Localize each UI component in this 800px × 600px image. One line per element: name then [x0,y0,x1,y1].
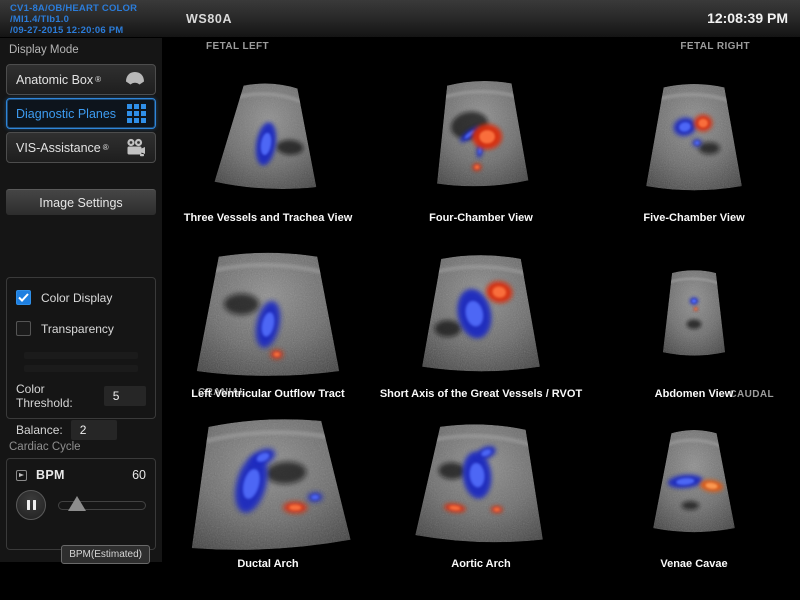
transparency-checkbox[interactable]: Transparency [16,321,146,336]
bpm-row: BPM 60 [16,468,146,482]
bpm-estimated-badge[interactable]: BPM(Estimated) [61,545,150,564]
ultrasound-image-venae-cavae [621,403,767,557]
plane-tile-abdomen-view[interactable]: Abdomen View [588,224,800,400]
ultrasound-image-short-axis-of-the-great-vessels-rvot [398,237,564,387]
tile-caption: Aortic Arch [451,558,511,570]
bpm-value: 60 [132,468,146,482]
tile-caption: Three Vessels and Trachea View [184,212,353,224]
pause-icon [33,500,36,510]
diagnostic-planes-viewport: FETAL LEFT FETAL RIGHT CRANIAL CAUDAL Th… [162,38,800,600]
tile-caption: Abdomen View [655,388,734,400]
color-threshold-row: Color Threshold: 5 [16,382,146,410]
display-mode-title: Display Mode [0,38,162,61]
image-settings-button[interactable]: Image Settings [6,189,156,215]
bpm-slider-thumb[interactable] [68,496,86,511]
ultrasound-image-abdomen-view [633,237,755,387]
pause-button[interactable] [16,490,46,520]
disabled-control [24,365,138,372]
tile-caption: Left Ventricular Outflow Tract [191,388,344,400]
ultrasound-image-four-chamber-view [406,54,556,211]
exam-info-line3: /09-27-2015 12:20:06 PM [10,25,137,36]
plane-tile-short-axis-of-the-great-vessels-rvot[interactable]: Short Axis of the Great Vessels / RVOT [374,224,588,400]
plane-tile-ductal-arch[interactable]: Ductal Arch [162,400,374,570]
control-sidebar: Display Mode Anatomic Box ® Diagnostic P… [0,38,162,562]
exam-info-line2: /MI1.4/TIb1.0 [10,14,137,25]
planes-grid: Three Vessels and Trachea View Four-Chamb… [162,54,800,570]
top-status-bar: CV1-8A/OB/HEART COLOR /MI1.4/TIb1.0 /09-… [0,0,800,38]
tile-caption: Four-Chamber View [429,212,533,224]
anatomic-box-button[interactable]: Anatomic Box ® [6,64,156,95]
ultrasound-image-ductal-arch [175,409,361,557]
plane-tile-venae-cavae[interactable]: Venae Cavae [588,400,800,570]
plane-tile-four-chamber-view[interactable]: Four-Chamber View [374,54,588,224]
checkbox-icon [16,290,31,305]
cardiac-cycle-panel: BPM 60 BPM(Estimated) [6,458,156,550]
plane-tile-five-chamber-view[interactable]: Five-Chamber View [588,54,800,224]
cardiac-cycle-icon [16,470,27,481]
tile-caption: Venae Cavae [660,558,727,570]
clock: 12:08:39 PM [707,10,788,26]
bpm-slider[interactable] [58,501,146,510]
vis-assistance-button[interactable]: VIS-Assistance ® [6,132,156,163]
ultrasound-image-aortic-arch [397,407,565,557]
ultrasound-image-left-ventricular-outflow-tract [180,239,356,387]
color-settings-panel: Color Display Transparency Color Thresho… [6,277,156,419]
plane-tile-aortic-arch[interactable]: Aortic Arch [374,400,588,570]
orientation-label-fetal-right: FETAL RIGHT [680,41,750,52]
probe-icon [124,71,146,88]
cardiac-cycle-title: Cardiac Cycle [9,441,153,453]
diagnostic-planes-button[interactable]: Diagnostic Planes [6,98,156,129]
checkbox-icon [16,321,31,336]
ultrasound-image-three-vessels-and-trachea-view [193,59,343,211]
balance-value[interactable]: 2 [71,420,117,440]
balance-row: Balance: 2 [16,420,146,440]
tile-caption: Five-Chamber View [643,212,744,224]
color-display-checkbox[interactable]: Color Display [16,290,146,305]
exam-info: CV1-8A/OB/HEART COLOR /MI1.4/TIb1.0 /09-… [10,3,137,36]
plane-tile-three-vessels-and-trachea-view[interactable]: Three Vessels and Trachea View [162,54,374,224]
bpm-label: BPM [36,468,65,482]
tile-caption: Short Axis of the Great Vessels / RVOT [380,388,582,400]
color-threshold-value[interactable]: 5 [104,386,146,406]
bpm-controls [16,490,146,520]
tile-caption: Ductal Arch [237,558,298,570]
ultrasound-image-five-chamber-view [618,61,770,211]
grid-icon [127,104,146,123]
exam-info-line1: CV1-8A/OB/HEART COLOR [10,3,137,14]
plane-tile-left-ventricular-outflow-tract[interactable]: Left Ventricular Outflow Tract [162,224,374,400]
pause-icon [27,500,30,510]
disabled-control [24,352,138,359]
cine-camera-icon [125,138,146,157]
system-model-label: WS80A [186,12,232,26]
ultrasound-screen: CV1-8A/OB/HEART COLOR /MI1.4/TIb1.0 /09-… [0,0,800,600]
orientation-label-fetal-left: FETAL LEFT [206,41,269,52]
